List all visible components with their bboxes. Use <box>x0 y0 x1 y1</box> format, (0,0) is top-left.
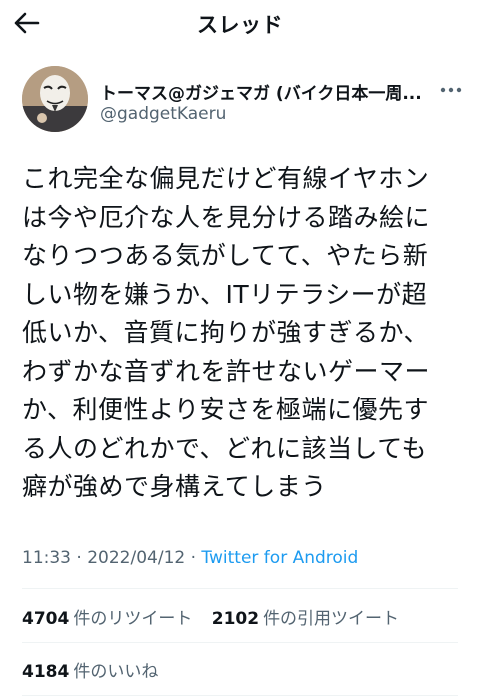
tweet-text: これ完全な偏見だけど有線イヤホン は今や厄介な人を見分ける踏み絵に なりつつある… <box>22 164 431 501</box>
quote-count: 2102 <box>211 609 260 629</box>
tweet-author: トーマス@ガジェマガ (バイク日本一周... @gadgetKaeru <box>18 66 463 138</box>
like-stats: 4184 件のいいね <box>22 657 172 682</box>
tweet-meta: 11:33 · 2022/04/12 · Twitter for Android <box>22 548 358 568</box>
likes-link[interactable]: 4184 件のいいね <box>22 662 158 682</box>
retweet-label: 件のリツイート <box>73 609 193 629</box>
author-name[interactable]: トーマス@ガジェマガ (バイク日本一周... <box>100 79 434 104</box>
divider <box>22 642 458 643</box>
tweet-client[interactable]: Twitter for Android <box>201 548 358 568</box>
more-button[interactable] <box>439 78 463 102</box>
more-horizontal-icon <box>440 87 462 93</box>
like-label: 件のいいね <box>73 662 159 682</box>
retweet-count: 4704 <box>22 609 70 629</box>
quotes-link[interactable]: 2102 件の引用ツイート <box>212 609 399 629</box>
tweet-time: 11:33 <box>22 548 71 568</box>
divider <box>22 588 458 589</box>
avatar-image <box>22 66 88 132</box>
divider <box>22 695 458 696</box>
avatar[interactable] <box>22 66 88 132</box>
meta-separator: · <box>190 548 202 568</box>
retweet-stats: 4704 件のリツイート 2102 件の引用ツイート <box>22 604 413 629</box>
author-handle[interactable]: @gadgetKaeru <box>100 104 226 124</box>
meta-separator: · <box>76 548 88 568</box>
tweet-date[interactable]: 2022/04/12 <box>87 548 185 568</box>
top-bar: スレッド <box>0 0 480 48</box>
like-count: 4184 <box>22 662 70 682</box>
quote-label: 件の引用ツイート <box>263 609 400 629</box>
retweets-link[interactable]: 4704 件のリツイート <box>22 609 192 629</box>
page-title: スレッド <box>197 13 283 37</box>
